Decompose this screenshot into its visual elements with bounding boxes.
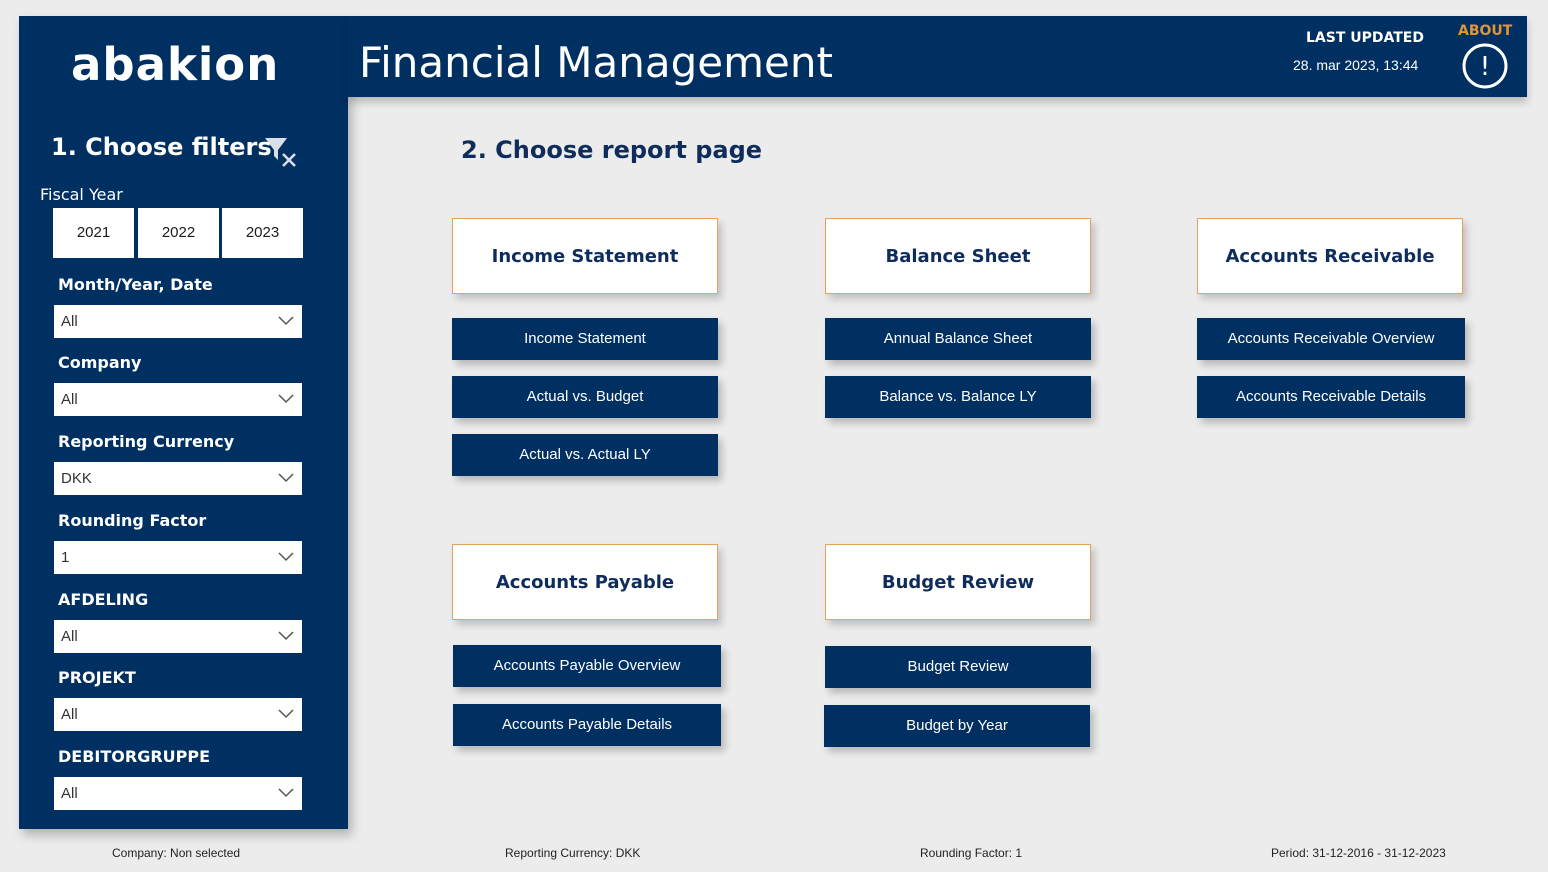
section-title: Accounts Payable	[495, 571, 675, 593]
annual-balance-sheet-button[interactable]: Annual Balance Sheet	[825, 318, 1091, 360]
fiscal-year-label: Fiscal Year	[40, 185, 123, 204]
chevron-down-icon	[278, 552, 294, 562]
footer-period: Period: 31-12-2016 - 31-12-2023	[1271, 846, 1446, 860]
company-dropdown[interactable]: All	[54, 383, 302, 416]
reporting-currency-dropdown[interactable]: DKK	[54, 462, 302, 495]
last-updated-label: LAST UPDATED	[1306, 30, 1424, 46]
section-title: Balance Sheet	[885, 245, 1031, 267]
section-title: Income Statement	[491, 245, 679, 267]
projekt-value: All	[61, 706, 78, 723]
reporting-currency-filter-label: Reporting Currency	[58, 432, 235, 451]
company-value: All	[61, 391, 78, 408]
footer-company: Company: Non selected	[112, 846, 241, 860]
budget-by-year-button[interactable]: Budget by Year	[824, 705, 1090, 747]
filter-sidebar: abakion 1. Choose filters Fiscal Year 20…	[19, 16, 348, 829]
chevron-down-icon	[278, 394, 294, 404]
footer-rounding: Rounding Factor: 1	[920, 846, 1023, 860]
afdeling-dropdown[interactable]: All	[54, 620, 302, 653]
month-year-dropdown[interactable]: All	[54, 305, 302, 338]
debitorgruppe-dropdown[interactable]: All	[54, 777, 302, 810]
info-icon[interactable]: !	[1461, 42, 1509, 90]
last-updated-value: 28. mar 2023, 13:44	[1293, 57, 1419, 73]
afdeling-value: All	[61, 628, 78, 645]
balance-sheet-section-card[interactable]: Balance Sheet	[825, 218, 1091, 294]
accounts-payable-details-button[interactable]: Accounts Payable Details	[453, 704, 721, 746]
rounding-factor-dropdown[interactable]: 1	[54, 541, 302, 574]
clear-filters-icon[interactable]	[263, 134, 299, 170]
projekt-dropdown[interactable]: All	[54, 698, 302, 731]
fiscal-year-2022-button[interactable]: 2022	[138, 208, 219, 258]
filters-title: 1. Choose filters	[51, 133, 272, 161]
about-icon-glyph: !	[1480, 52, 1490, 82]
about-link[interactable]: ABOUT	[1458, 23, 1512, 39]
debitorgruppe-filter-label: DEBITORGRUPPE	[58, 747, 211, 766]
chevron-down-icon	[278, 631, 294, 641]
accounts-receivable-overview-button[interactable]: Accounts Receivable Overview	[1197, 318, 1465, 360]
company-filter-label: Company	[58, 353, 142, 372]
footer-currency: Reporting Currency: DKK	[505, 846, 641, 860]
abakion-logo: abakion	[71, 38, 280, 91]
rounding-factor-value: 1	[61, 549, 70, 566]
actual-vs-budget-button[interactable]: Actual vs. Budget	[452, 376, 718, 418]
section-title: Accounts Receivable	[1225, 245, 1435, 267]
chevron-down-icon	[278, 316, 294, 326]
balance-vs-balance-ly-button[interactable]: Balance vs. Balance LY	[825, 376, 1091, 418]
chevron-down-icon	[278, 788, 294, 798]
accounts-payable-overview-button[interactable]: Accounts Payable Overview	[453, 645, 721, 687]
month-year-value: All	[61, 313, 78, 330]
projekt-filter-label: PROJEKT	[58, 668, 136, 687]
app-header: Financial Management LAST UPDATED 28. ma…	[348, 16, 1527, 97]
rounding-factor-filter-label: Rounding Factor	[58, 511, 207, 530]
chevron-down-icon	[278, 709, 294, 719]
afdeling-filter-label: AFDELING	[58, 590, 149, 609]
section-title: Budget Review	[881, 571, 1035, 593]
actual-vs-actual-ly-button[interactable]: Actual vs. Actual LY	[452, 434, 718, 476]
fiscal-year-2021-button[interactable]: 2021	[53, 208, 134, 258]
accounts-receivable-details-button[interactable]: Accounts Receivable Details	[1197, 376, 1465, 418]
income-statement-button[interactable]: Income Statement	[452, 318, 718, 360]
report-page-title: 2. Choose report page	[461, 136, 763, 164]
debitorgruppe-value: All	[61, 785, 78, 802]
fiscal-year-2023-button[interactable]: 2023	[222, 208, 303, 258]
month-year-filter-label: Month/Year, Date	[58, 275, 213, 294]
income-statement-section-card[interactable]: Income Statement	[452, 218, 718, 294]
accounts-receivable-section-card[interactable]: Accounts Receivable	[1197, 218, 1463, 294]
app-title: Financial Management	[359, 38, 833, 87]
chevron-down-icon	[278, 473, 294, 483]
budget-review-section-card[interactable]: Budget Review	[825, 544, 1091, 620]
budget-review-button[interactable]: Budget Review	[825, 646, 1091, 688]
accounts-payable-section-card[interactable]: Accounts Payable	[452, 544, 718, 620]
reporting-currency-value: DKK	[61, 470, 92, 487]
